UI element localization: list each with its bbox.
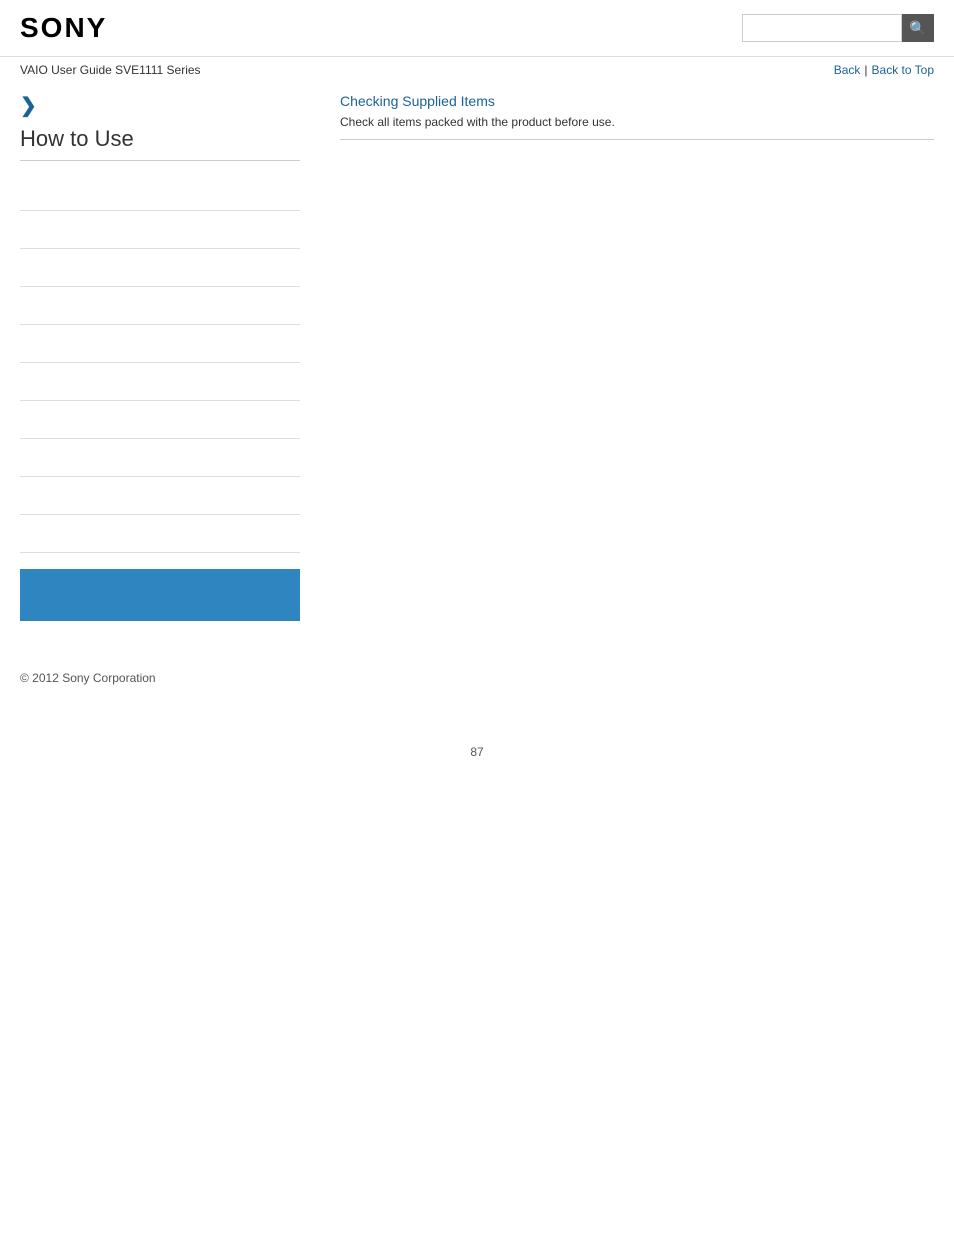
back-link[interactable]: Back [834, 63, 861, 77]
sidebar-menu-item[interactable] [20, 477, 300, 515]
page-number: 87 [0, 745, 954, 779]
footer: © 2012 Sony Corporation [0, 661, 954, 705]
sidebar-menu-item[interactable] [20, 287, 300, 325]
sidebar-menu-item[interactable] [20, 325, 300, 363]
content-divider [340, 139, 934, 140]
sidebar: ❯ How to Use [20, 93, 320, 641]
search-input[interactable] [742, 14, 902, 42]
sidebar-menu-item[interactable] [20, 439, 300, 477]
header: SONY 🔍 [0, 0, 954, 57]
sidebar-blue-box [20, 569, 300, 621]
nav-separator: | [864, 63, 867, 77]
sidebar-menu-item[interactable] [20, 515, 300, 553]
content-link[interactable]: Checking Supplied Items [340, 93, 934, 109]
nav-bar: VAIO User Guide SVE1111 Series Back | Ba… [0, 57, 954, 83]
sidebar-title: How to Use [20, 126, 300, 161]
copyright: © 2012 Sony Corporation [20, 671, 156, 685]
back-to-top-link[interactable]: Back to Top [872, 63, 934, 77]
content-description: Check all items packed with the product … [340, 115, 934, 129]
search-icon: 🔍 [909, 20, 926, 37]
search-button[interactable]: 🔍 [902, 14, 934, 42]
main-content: ❯ How to Use Checking Supplied Items Che… [0, 83, 954, 661]
sidebar-menu-item[interactable] [20, 401, 300, 439]
search-container: 🔍 [742, 14, 934, 42]
content-area: Checking Supplied Items Check all items … [320, 93, 934, 641]
sidebar-menu-item[interactable] [20, 363, 300, 401]
sidebar-menu-item[interactable] [20, 249, 300, 287]
chevron-icon[interactable]: ❯ [20, 93, 300, 118]
guide-title: VAIO User Guide SVE1111 Series [20, 63, 201, 77]
sidebar-menu-item[interactable] [20, 173, 300, 211]
sidebar-menu-item[interactable] [20, 211, 300, 249]
sony-logo: SONY [20, 12, 107, 44]
nav-links: Back | Back to Top [834, 63, 934, 77]
